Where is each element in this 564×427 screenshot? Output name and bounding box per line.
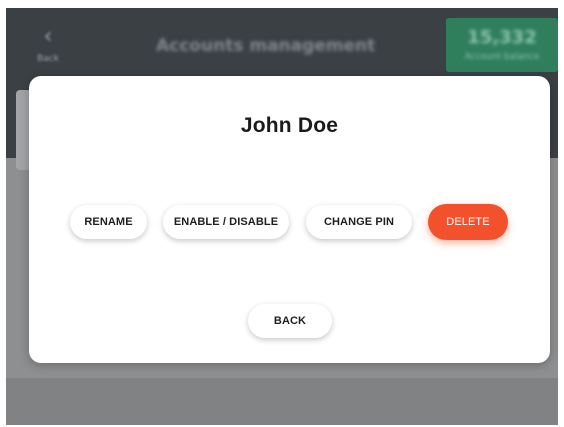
modal-title: John Doe — [240, 114, 339, 137]
rename-button[interactable]: RENAME — [70, 205, 147, 239]
bottom-bar — [6, 378, 558, 425]
delete-button[interactable]: DELETE — [428, 204, 508, 240]
header-back-button[interactable]: ‹ Back — [28, 26, 68, 76]
balance-subtitle: Account balance — [464, 52, 540, 62]
header-back-label: Back — [37, 54, 59, 64]
enable-disable-button[interactable]: ENABLE / DISABLE — [163, 205, 289, 239]
change-pin-button[interactable]: CHANGE PIN — [306, 205, 412, 239]
balance-card: 15,332 Account balance — [446, 18, 558, 72]
chevron-left-icon: ‹ — [43, 24, 53, 49]
balance-amount: 15,332 — [467, 27, 537, 48]
account-actions-modal: John Doe RENAME ENABLE / DISABLE CHANGE … — [29, 76, 550, 363]
back-button[interactable]: BACK — [248, 304, 332, 338]
page-title: Accounts management — [156, 36, 376, 56]
